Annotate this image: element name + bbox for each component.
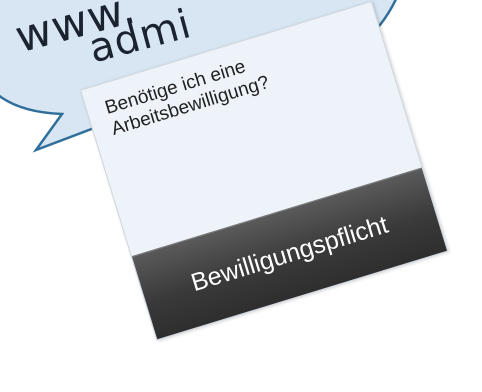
- work-permit-requirement-button[interactable]: Bewilligungspflicht: [131, 167, 448, 340]
- screenshot-canvas: www. admi Benötige ich eine Arbeitsbewil…: [0, 0, 482, 392]
